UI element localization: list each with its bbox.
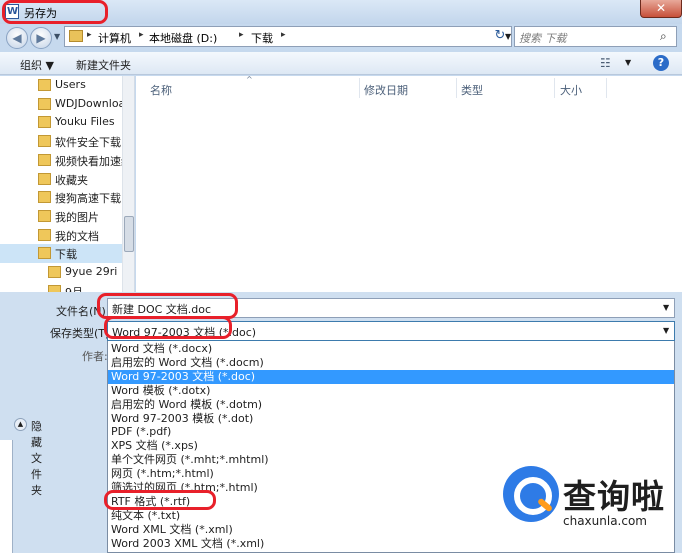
sidebar-item-label: 视频快看加速缓存 [55, 154, 122, 168]
help-icon[interactable]: ? [653, 55, 669, 71]
document-ruler-strip [0, 440, 13, 553]
filetype-option[interactable]: Word 模板 (*.dotx) [108, 384, 674, 398]
recent-locations-chevron-icon[interactable]: ▼ [54, 32, 60, 41]
sidebar-item[interactable]: 收藏夹 [0, 170, 122, 189]
folder-icon [38, 228, 51, 241]
hide-folders-label[interactable]: 隐藏文件夹 [31, 418, 42, 498]
sidebar-item-label: 下载 [55, 248, 77, 262]
new-folder-button[interactable]: 新建文件夹 [76, 57, 131, 73]
folder-icon [38, 79, 51, 91]
organize-button[interactable]: 组织 ▼ [20, 57, 54, 73]
command-bar: 组织 ▼ 新建文件夹 ☷ ▼ ? [0, 52, 682, 75]
sidebar-item[interactable]: 搜狗高速下载 [0, 188, 122, 207]
sidebar-item-label: Youku Files [55, 115, 115, 129]
column-divider[interactable] [554, 78, 555, 98]
folder-icon [48, 284, 61, 292]
filetype-option[interactable]: PDF (*.pdf) [108, 425, 674, 439]
filetype-option[interactable]: Word 文档 (*.docx) [108, 342, 674, 356]
folder-icon [38, 97, 51, 110]
breadcrumb-computer[interactable]: 计算机 [98, 30, 131, 46]
forward-button[interactable]: ▶ [30, 27, 52, 49]
scrollbar-thumb[interactable] [124, 216, 134, 252]
sidebar-item[interactable]: 软件安全下载目录 [0, 132, 122, 151]
sidebar-item-label: 9yue 29ri [65, 265, 118, 278]
navigation-pane: Users WDJDownload Youku Files 软件安全下载目录视频快看加… [0, 76, 135, 292]
column-divider[interactable] [359, 78, 360, 98]
sidebar-item-label: 我的文档 [55, 229, 99, 243]
chevron-down-icon[interactable]: ▼ [663, 326, 669, 335]
sidebar-item-label: 软件安全下载目录 [55, 136, 122, 150]
filetype-option[interactable]: 单个文件网页 (*.mht;*.mhtml) [108, 453, 674, 467]
sidebar-item-label: 收藏夹 [55, 173, 88, 187]
sidebar-item-label: Users [55, 78, 86, 91]
filetype-option[interactable]: Word 97-2003 模板 (*.dot) [108, 412, 674, 426]
refresh-icon[interactable]: ↻ [490, 27, 510, 47]
sidebar-item[interactable]: 视频快看加速缓存 [0, 151, 122, 170]
chevron-down-icon[interactable]: ▼ [663, 303, 669, 312]
annotation-title-circle [2, 0, 108, 24]
close-button[interactable]: ✕ [640, 0, 682, 18]
sidebar-item[interactable]: Youku Files [0, 113, 122, 132]
annotation-filetype-circle [104, 316, 232, 339]
save-as-dialog: 另存为 ✕ ◀ ▶ ▼ ▸ 计算机 ▸ 本地磁盘 (D:) ▸ 下载 ▸ ▼ ↻… [0, 0, 682, 553]
breadcrumb-downloads[interactable]: 下载 [251, 30, 273, 46]
search-icon[interactable]: ⌕ [660, 29, 667, 44]
sidebar-item[interactable]: 我的图片 [0, 207, 122, 226]
navigation-scrollbar[interactable] [122, 76, 134, 292]
folder-icon [38, 116, 51, 129]
sidebar-item[interactable]: WDJDownload [0, 95, 122, 114]
column-header-modified[interactable]: 修改日期 [364, 82, 408, 98]
filetype-option[interactable]: Word 97-2003 文档 (*.doc) [108, 369, 674, 384]
folder-icon [48, 266, 61, 278]
search-input[interactable]: 搜索 下载 [519, 30, 567, 46]
chevron-up-icon[interactable]: ▲ [14, 418, 27, 431]
search-box[interactable]: 搜索 下载 ⌕ [514, 26, 677, 47]
annotation-rtf-circle [104, 490, 216, 510]
column-header-size[interactable]: 大小 [560, 82, 582, 98]
view-dropdown-icon[interactable]: ▼ [625, 58, 631, 67]
folder-icon [38, 191, 51, 204]
author-label: 作者: [82, 350, 108, 363]
filetype-option[interactable]: 启用宏的 Word 模板 (*.dotm) [108, 398, 674, 412]
folder-icon [38, 135, 51, 148]
sidebar-item[interactable]: 9yue 29ri [0, 263, 122, 282]
sidebar-item-label: 搜狗高速下载 [55, 192, 121, 206]
folder-icon [38, 209, 51, 222]
breadcrumb-separator-icon[interactable]: ▸ [87, 30, 92, 40]
view-options-icon[interactable]: ☷ [600, 56, 611, 70]
sidebar-item-label: 我的图片 [55, 210, 99, 224]
sidebar-item[interactable]: 下载 [0, 244, 122, 264]
filetype-option[interactable]: XPS 文档 (*.xps) [108, 439, 674, 453]
sidebar-item[interactable]: 我的文档 [0, 226, 122, 245]
watermark-logo-icon [503, 466, 559, 522]
filetype-option[interactable]: 启用宏的 Word 文档 (*.docm) [108, 356, 674, 370]
sidebar-item[interactable]: 9月 [0, 282, 122, 292]
column-header-type[interactable]: 类型 [461, 82, 483, 98]
folder-icon [38, 153, 51, 166]
breadcrumb-separator-icon[interactable]: ▸ [239, 30, 244, 40]
file-list[interactable]: ^ 名称 修改日期 类型 大小 [136, 75, 682, 292]
column-divider[interactable] [606, 78, 607, 98]
breadcrumb-separator-icon[interactable]: ▸ [281, 30, 286, 40]
sidebar-item-label: 9月 [65, 284, 83, 292]
sidebar-item[interactable]: Users [0, 76, 122, 95]
breadcrumb-drive-d[interactable]: 本地磁盘 (D:) [149, 30, 217, 46]
back-button[interactable]: ◀ [6, 27, 28, 49]
breadcrumb-separator-icon[interactable]: ▸ [139, 30, 144, 40]
address-bar[interactable]: ▸ 计算机 ▸ 本地磁盘 (D:) ▸ 下载 ▸ ▼ [64, 26, 512, 47]
sort-ascending-icon: ^ [246, 75, 253, 84]
column-header-name[interactable]: 名称 [150, 82, 172, 98]
column-divider[interactable] [456, 78, 457, 98]
folder-icon [69, 30, 83, 42]
watermark-brand: 查询啦 [563, 477, 665, 516]
folder-icon [38, 247, 51, 260]
folder-icon [38, 172, 51, 185]
watermark-url: chaxunla.com [563, 514, 647, 528]
sidebar-item-label: WDJDownload [55, 96, 122, 110]
filetype-option[interactable]: Word 2003 XML 文档 (*.xml) [108, 537, 674, 551]
